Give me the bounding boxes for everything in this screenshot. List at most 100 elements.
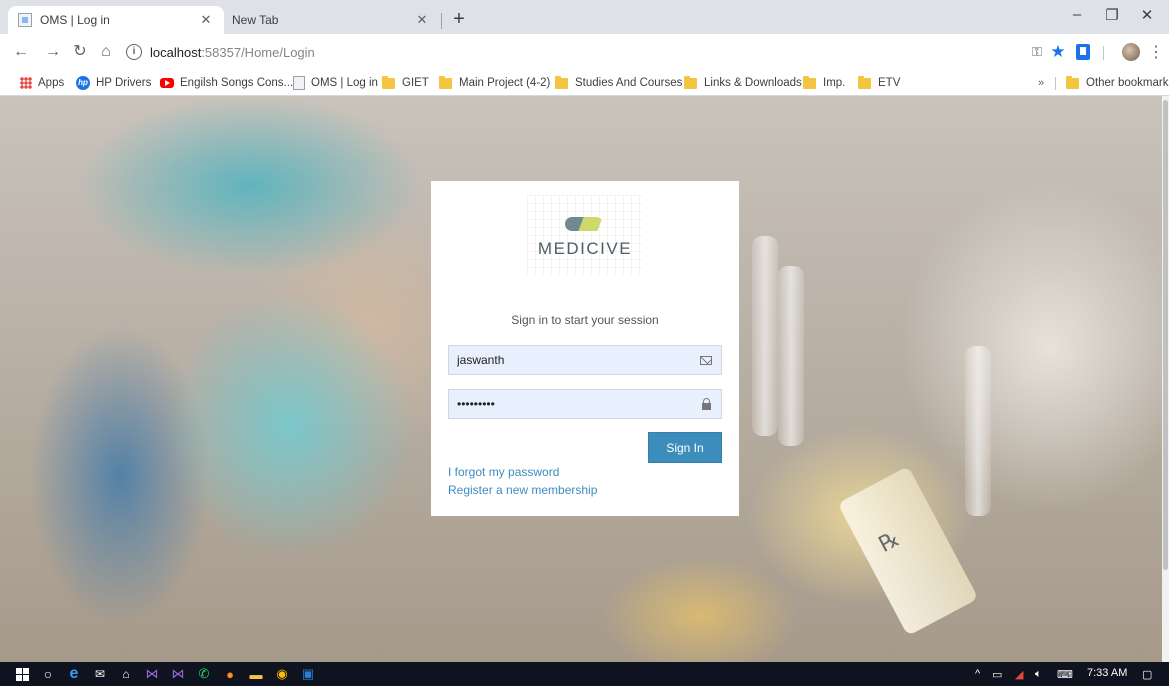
network-icon[interactable]: ◢	[1015, 666, 1023, 682]
address-bar[interactable]: i localhost:58357/Home/Login	[126, 39, 1046, 65]
bookmark-links-downloads[interactable]: Links & Downloads	[684, 74, 802, 92]
chrome-icon[interactable]: ◉	[274, 666, 290, 682]
mail-icon[interactable]: ✉	[92, 666, 108, 682]
visual-studio-icon[interactable]: ⋈	[144, 666, 160, 682]
bookmark-english-songs[interactable]: Engilsh Songs Cons...	[160, 74, 293, 92]
folder-icon	[382, 75, 395, 89]
whatsapp-icon[interactable]: ✆	[196, 666, 212, 682]
bookmark-main-project[interactable]: Main Project (4-2)	[439, 74, 550, 92]
bookmark-label: OMS | Log in	[311, 77, 378, 89]
bookmark-oms-login[interactable]: OMS | Log in	[293, 74, 378, 92]
page-scrollbar[interactable]	[1162, 96, 1169, 662]
reload-button[interactable]: ↻	[69, 41, 91, 63]
tab-oms-login[interactable]: OMS | Log in ✕	[8, 6, 224, 34]
scrollbar-thumb[interactable]	[1163, 100, 1168, 570]
tab-title: New Tab	[232, 13, 279, 27]
rx-icon: ℞	[874, 526, 905, 558]
tray-expand-icon[interactable]: ^	[975, 666, 980, 682]
word-icon[interactable]: ▣	[300, 666, 316, 682]
tab-strip: OMS | Log in ✕ New Tab ✕ + – ❐ ✕	[0, 0, 1169, 34]
file-explorer-icon[interactable]: ▬	[248, 666, 264, 682]
paint-icon[interactable]: ●	[222, 666, 238, 682]
close-tab-icon[interactable]: ✕	[414, 12, 430, 28]
new-tab-button[interactable]: +	[448, 9, 470, 31]
tray-device-icon[interactable]: ▭	[992, 666, 1002, 682]
close-window-button[interactable]: ✕	[1125, 6, 1169, 30]
test-tube-shape	[965, 346, 991, 516]
toolbar-divider	[1103, 46, 1104, 60]
taskbar-clock[interactable]: 7:33 AM	[1087, 667, 1127, 679]
profile-avatar[interactable]	[1121, 41, 1141, 63]
lock-icon	[699, 397, 713, 410]
bookmark-etv[interactable]: ETV	[858, 74, 900, 92]
tab-title: OMS | Log in	[40, 13, 110, 27]
edge-browser-icon[interactable]: e	[66, 665, 82, 682]
folder-icon	[1066, 75, 1079, 89]
register-link[interactable]: Register a new membership	[448, 483, 597, 497]
extension-icon[interactable]	[1074, 41, 1092, 63]
login-box: MEDICIVE Sign in to start your session S…	[431, 181, 739, 516]
forward-button[interactable]: →	[42, 41, 64, 63]
folder-icon	[684, 75, 697, 89]
bookmark-star-icon[interactable]: ★	[1048, 41, 1068, 63]
bookmark-studies[interactable]: Studies And Courses	[555, 74, 682, 92]
store-bag-icon[interactable]: ⌂	[118, 666, 134, 682]
close-tab-icon[interactable]: ✕	[198, 12, 214, 28]
bookmark-label: Imp.	[823, 77, 846, 89]
bookmarks-overflow-button[interactable]: »	[1038, 74, 1044, 92]
bookmark-other[interactable]: Other bookmarks	[1066, 74, 1169, 92]
visual-studio-alt-icon[interactable]: ⋈	[170, 666, 186, 682]
brand-name: MEDICIVE	[537, 239, 633, 258]
bookmark-label: HP Drivers	[96, 77, 152, 89]
tab-divider	[441, 13, 442, 29]
test-tube-shape	[778, 266, 804, 446]
bookmark-label: Main Project (4-2)	[459, 77, 551, 89]
forgot-password-link[interactable]: I forgot my password	[448, 465, 559, 479]
apps-grid-icon	[20, 77, 32, 89]
bookmark-imp[interactable]: Imp.	[803, 74, 845, 92]
menu-kebab-icon[interactable]: ⋮	[1148, 41, 1164, 63]
bookmark-apps[interactable]: Apps	[20, 74, 64, 92]
bookmark-label: ETV	[878, 77, 901, 89]
notifications-icon[interactable]: ▢	[1142, 666, 1152, 682]
bookmark-label: Apps	[38, 77, 65, 89]
windows-start-icon[interactable]	[14, 666, 30, 682]
sign-in-button[interactable]: Sign In	[648, 432, 722, 463]
username-input[interactable]	[457, 353, 699, 367]
bookmark-label: Engilsh Songs Cons...	[180, 77, 294, 89]
test-tube-shape	[752, 236, 778, 436]
folder-icon	[858, 75, 871, 89]
bookmark-label: GIET	[402, 77, 429, 89]
capsule-logo-icon	[565, 217, 603, 231]
tab-new-tab[interactable]: New Tab ✕	[222, 6, 440, 34]
bookmark-label: Studies And Courses	[575, 77, 683, 89]
back-button[interactable]: ←	[10, 41, 32, 63]
volume-icon[interactable]: 🔈︎	[1035, 666, 1042, 682]
folder-icon	[803, 75, 816, 89]
page-favicon-icon	[18, 13, 32, 27]
username-field[interactable]	[448, 345, 722, 375]
bookmark-label: Links & Downloads	[704, 77, 802, 89]
bookmark-giet[interactable]: GIET	[382, 74, 429, 92]
key-icon[interactable]: ⚿	[1028, 41, 1046, 63]
rx-bottle-shape: ℞	[837, 466, 979, 636]
youtube-icon	[160, 78, 174, 88]
browser-toolbar: ← → ↻ ⌂ i localhost:58357/Home/Login ⚿ ★…	[0, 34, 1169, 70]
site-info-icon[interactable]: i	[126, 44, 142, 60]
folder-icon	[555, 75, 568, 89]
password-field[interactable]	[448, 389, 722, 419]
windows-taskbar: ○ e ✉ ⌂ ⋈ ⋈ ✆ ● ▬ ◉ ▣ ^ ▭ ◢ 🔈︎ ⌨ 7:33 AM…	[0, 662, 1169, 686]
folder-icon	[439, 75, 452, 89]
url-path: :58357/Home/Login	[201, 44, 315, 60]
hp-icon: hp	[76, 76, 90, 90]
search-circle-icon[interactable]: ○	[40, 666, 56, 682]
brand-logo: MEDICIVE	[527, 195, 643, 275]
password-input[interactable]	[457, 397, 699, 411]
login-message: Sign in to start your session	[511, 313, 659, 327]
bookmark-label: Other bookmarks	[1086, 77, 1169, 89]
bookmarks-bar: Apps hp HP Drivers Engilsh Songs Cons...…	[0, 70, 1169, 96]
keyboard-icon[interactable]: ⌨	[1057, 666, 1073, 682]
bookmark-hp-drivers[interactable]: hp HP Drivers	[76, 74, 151, 92]
page-icon	[293, 76, 305, 90]
home-button[interactable]: ⌂	[95, 41, 117, 63]
